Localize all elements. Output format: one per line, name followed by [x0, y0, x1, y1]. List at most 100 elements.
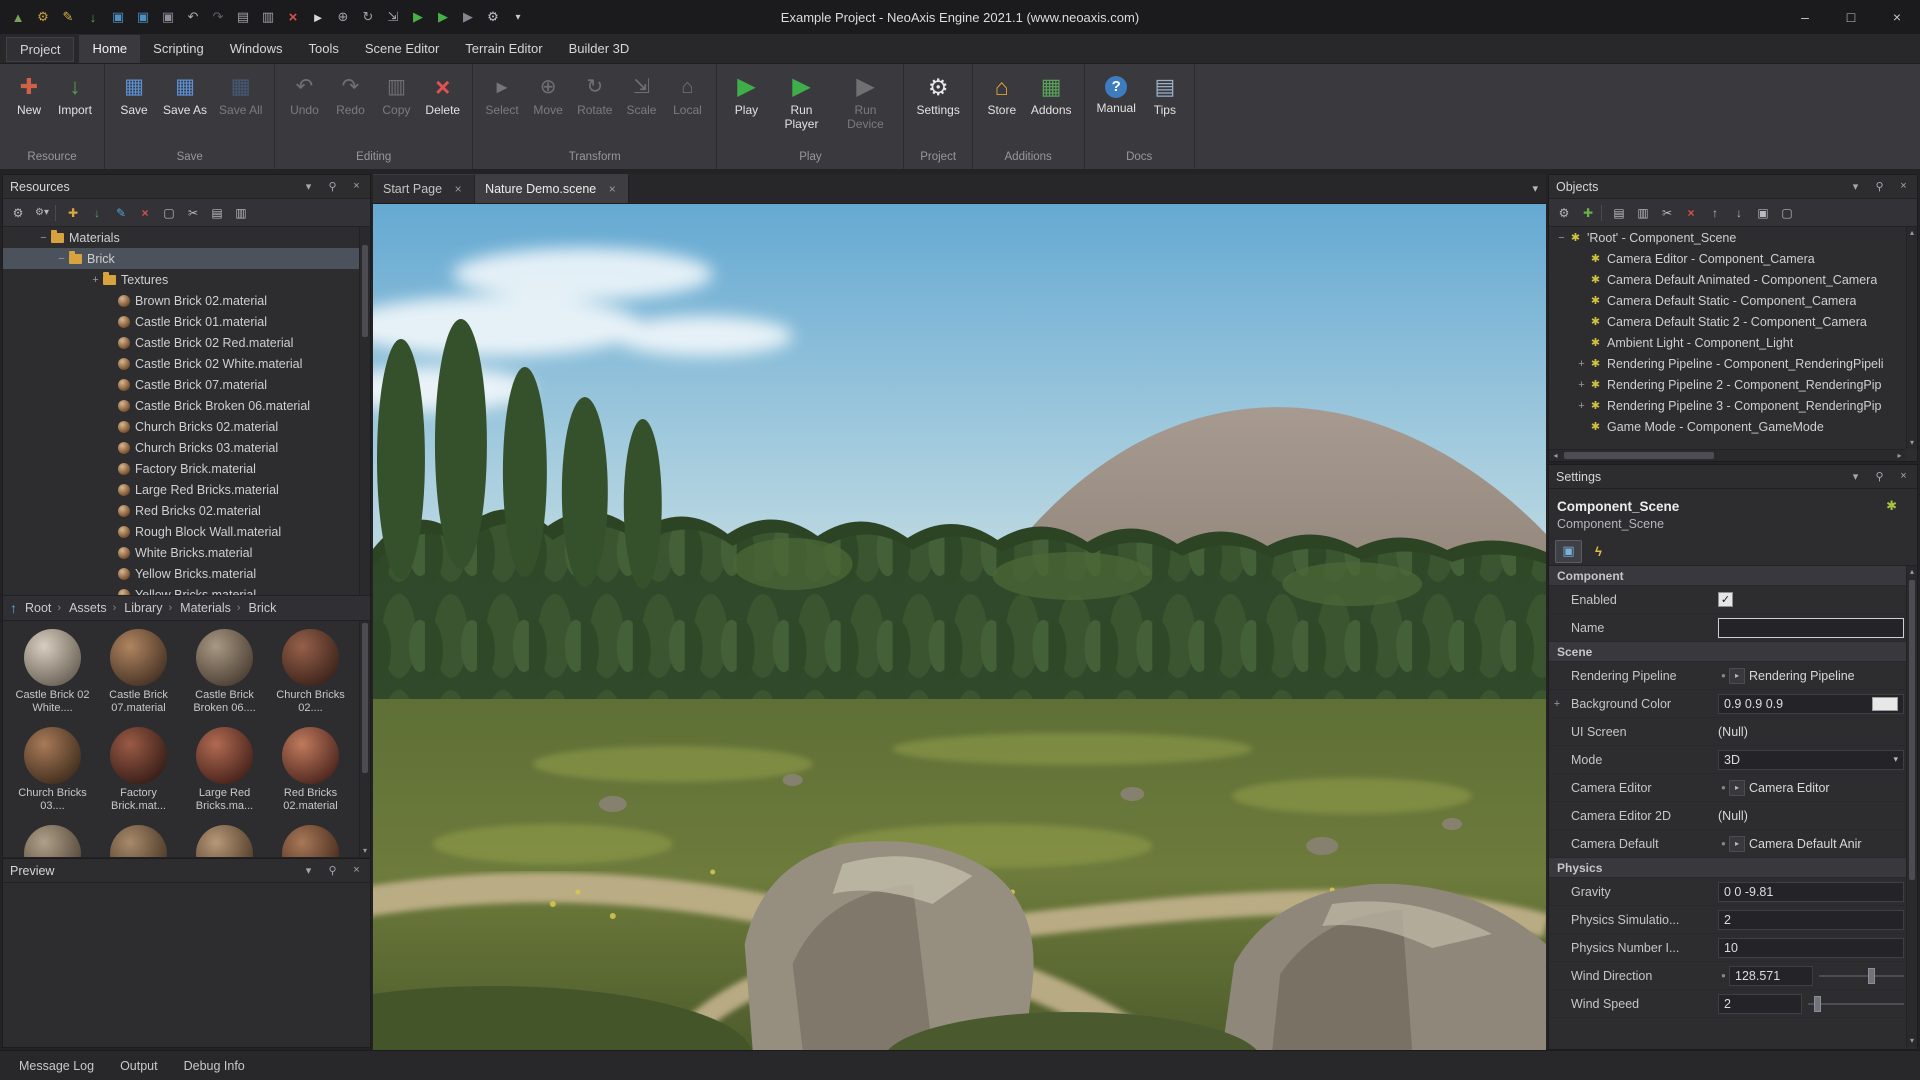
resource-tree-item[interactable]: Brown Brick 02.material — [3, 290, 370, 311]
quickbar-icon[interactable]: ▤ — [231, 6, 255, 28]
property-value-field[interactable]: 10 — [1718, 938, 1904, 958]
menu-item[interactable]: Windows — [217, 35, 296, 63]
quickbar-icon[interactable]: ▶ — [431, 6, 455, 28]
resource-tree-item[interactable]: Rough Block Wall.material — [3, 521, 370, 542]
toolbar-icon[interactable]: ▢ — [1776, 202, 1798, 224]
quickbar-icon[interactable]: ▶ — [406, 6, 430, 28]
toolbar-icon[interactable]: ✂ — [1656, 202, 1678, 224]
toolbar-icon[interactable]: ⚙ — [7, 202, 29, 224]
tree-expander-icon[interactable]: + — [1575, 400, 1588, 412]
property-row[interactable]: Physics Number I... 10 10 — [1549, 934, 1917, 962]
quickbar-icon[interactable]: ↷ — [206, 6, 230, 28]
property-row[interactable]: Name — [1549, 614, 1917, 642]
resource-tree-item[interactable]: Castle Brick 02 White.material — [3, 353, 370, 374]
ribbon-button[interactable]: ⌂ Store — [980, 71, 1024, 121]
resource-tree-item[interactable]: White Bricks.material — [3, 542, 370, 563]
toolbar-icon[interactable]: ✚ — [1577, 202, 1599, 224]
resource-tree-item[interactable]: Yellow Bricks.material — [3, 563, 370, 584]
material-thumbnail[interactable]: Castle Brick 02 White.... — [11, 629, 94, 725]
panel-menu-icon[interactable]: ▾ — [1849, 470, 1862, 483]
breadcrumb-item[interactable]: Root › — [23, 600, 67, 616]
property-row[interactable]: Component — [1549, 566, 1917, 586]
property-row[interactable]: Mode 3D 3D — [1549, 746, 1917, 774]
ribbon-button[interactable]: ⇲ Scale — [619, 71, 663, 121]
quickbar-icon[interactable]: ▾ — [506, 6, 530, 28]
ribbon-button[interactable]: ▦ Addons — [1026, 71, 1077, 121]
quickbar-icon[interactable]: ▣ — [106, 6, 130, 28]
menu-item[interactable]: Home — [79, 35, 140, 63]
ribbon-button[interactable]: ▦ Save As — [158, 71, 212, 121]
property-row[interactable]: Camera Default Camera Default Anir Camer… — [1549, 830, 1917, 858]
ribbon-button[interactable]: ▶ Run Device — [834, 71, 896, 135]
toolbar-icon[interactable]: ✂ — [182, 202, 204, 224]
scene-object-item[interactable]: Ambient Light - Component_Light — [1549, 332, 1917, 353]
pin-icon[interactable]: ⚲ — [1873, 470, 1886, 483]
quickbar-icon[interactable]: ⊕ — [331, 6, 355, 28]
resource-tree-item[interactable]: Castle Brick Broken 06.material — [3, 395, 370, 416]
quickbar-icon[interactable]: ⚙ — [31, 6, 55, 28]
document-tab[interactable]: Start Page — [373, 174, 475, 203]
scene-object-item[interactable]: − 'Root' - Component_Scene — [1549, 227, 1917, 248]
resource-tree-item[interactable]: Yellow Bricks.material — [3, 584, 370, 595]
tree-expander-icon[interactable]: + — [1575, 358, 1588, 370]
quickbar-icon[interactable]: ▶ — [456, 6, 480, 28]
property-row[interactable]: Wind Direction 128.571 128.571 — [1549, 962, 1917, 990]
material-thumbnail[interactable]: Factory Brick.mat... — [97, 727, 180, 823]
quickbar-icon[interactable]: ▣ — [131, 6, 155, 28]
property-row[interactable]: Physics Simulatio... 2 2 — [1549, 906, 1917, 934]
property-value-field[interactable]: 2 — [1718, 994, 1802, 1014]
resource-tree-item[interactable]: Church Bricks 03.material — [3, 437, 370, 458]
toolbar-icon[interactable]: ▥ — [230, 202, 252, 224]
breadcrumb-item[interactable]: Assets › — [67, 600, 122, 616]
ribbon-button[interactable]: ⌂ Local — [665, 71, 709, 121]
resource-tree-item[interactable]: Castle Brick 01.material — [3, 311, 370, 332]
resource-tree-item[interactable]: Large Red Bricks.material — [3, 479, 370, 500]
panel-menu-icon[interactable]: ▾ — [1849, 180, 1862, 193]
status-bar-item[interactable]: Debug Info — [173, 1054, 256, 1078]
toolbar-icon[interactable]: ▢ — [158, 202, 180, 224]
scene-object-item[interactable]: Camera Default Animated - Component_Came… — [1549, 269, 1917, 290]
close-icon[interactable]: × — [1897, 470, 1910, 483]
resource-tree-item[interactable]: Red Bricks 02.material — [3, 500, 370, 521]
ribbon-button[interactable]: ▶ Play — [724, 71, 768, 121]
material-thumbnail[interactable]: Church Bricks 03.... — [11, 727, 94, 823]
ribbon-button[interactable]: ▶ Run Player — [770, 71, 832, 135]
quickbar-icon[interactable]: ▲ — [6, 6, 30, 28]
scroll-down-icon[interactable]: ▾ — [360, 845, 370, 857]
quickbar-icon[interactable]: ⇲ — [381, 6, 405, 28]
scroll-left-icon[interactable]: ◂ — [1549, 451, 1562, 460]
menu-item[interactable]: Project — [6, 37, 74, 62]
property-row[interactable]: Enabled — [1549, 586, 1917, 614]
menu-item[interactable]: Builder 3D — [556, 35, 643, 63]
settings-tab[interactable]: ▣ — [1555, 540, 1582, 563]
property-row[interactable]: Wind Speed 2 2 — [1549, 990, 1917, 1018]
close-icon[interactable]: × — [350, 180, 363, 193]
settings-scrollbar[interactable]: ▴ ▾ — [1906, 566, 1917, 1047]
tree-expander-icon[interactable]: − — [37, 232, 50, 244]
pin-icon[interactable]: ⚲ — [1873, 180, 1886, 193]
property-value-field[interactable]: 128.571 — [1729, 966, 1813, 986]
property-row[interactable]: Rendering Pipeline Rendering Pipeline Re… — [1549, 662, 1917, 690]
toolbar-icon[interactable]: ▤ — [206, 202, 228, 224]
scroll-right-icon[interactable]: ▸ — [1893, 451, 1906, 460]
toolbar-icon[interactable]: × — [1680, 202, 1702, 224]
value-slider[interactable] — [1819, 967, 1904, 985]
breadcrumb-item[interactable]: Library › — [122, 600, 178, 616]
minimize-button[interactable]: – — [1782, 0, 1828, 34]
quickbar-icon[interactable]: ⚙ — [481, 6, 505, 28]
toolbar-icon[interactable]: ⚙ — [1553, 202, 1575, 224]
breadcrumb-item[interactable]: Materials › — [178, 600, 246, 616]
pin-icon[interactable]: ⚲ — [326, 180, 339, 193]
tab-list-icon[interactable]: ▾ — [1532, 182, 1538, 195]
scroll-up-icon[interactable]: ▴ — [1907, 227, 1917, 239]
scroll-down-icon[interactable]: ▾ — [1907, 437, 1917, 449]
property-value-field[interactable]: 0 0 -9.81 — [1718, 882, 1904, 902]
property-value-field[interactable]: 2 — [1718, 910, 1904, 930]
material-thumbnail[interactable] — [269, 825, 352, 857]
menu-item[interactable]: Tools — [295, 35, 351, 63]
tree-expander-icon[interactable]: + — [89, 274, 102, 286]
property-row[interactable]: UI Screen (Null) (Null) — [1549, 718, 1917, 746]
toolbar-icon[interactable]: ▣ — [1752, 202, 1774, 224]
toolbar-icon[interactable]: ↓ — [1728, 202, 1750, 224]
material-thumbnail[interactable]: Church Bricks 02.... — [269, 629, 352, 725]
